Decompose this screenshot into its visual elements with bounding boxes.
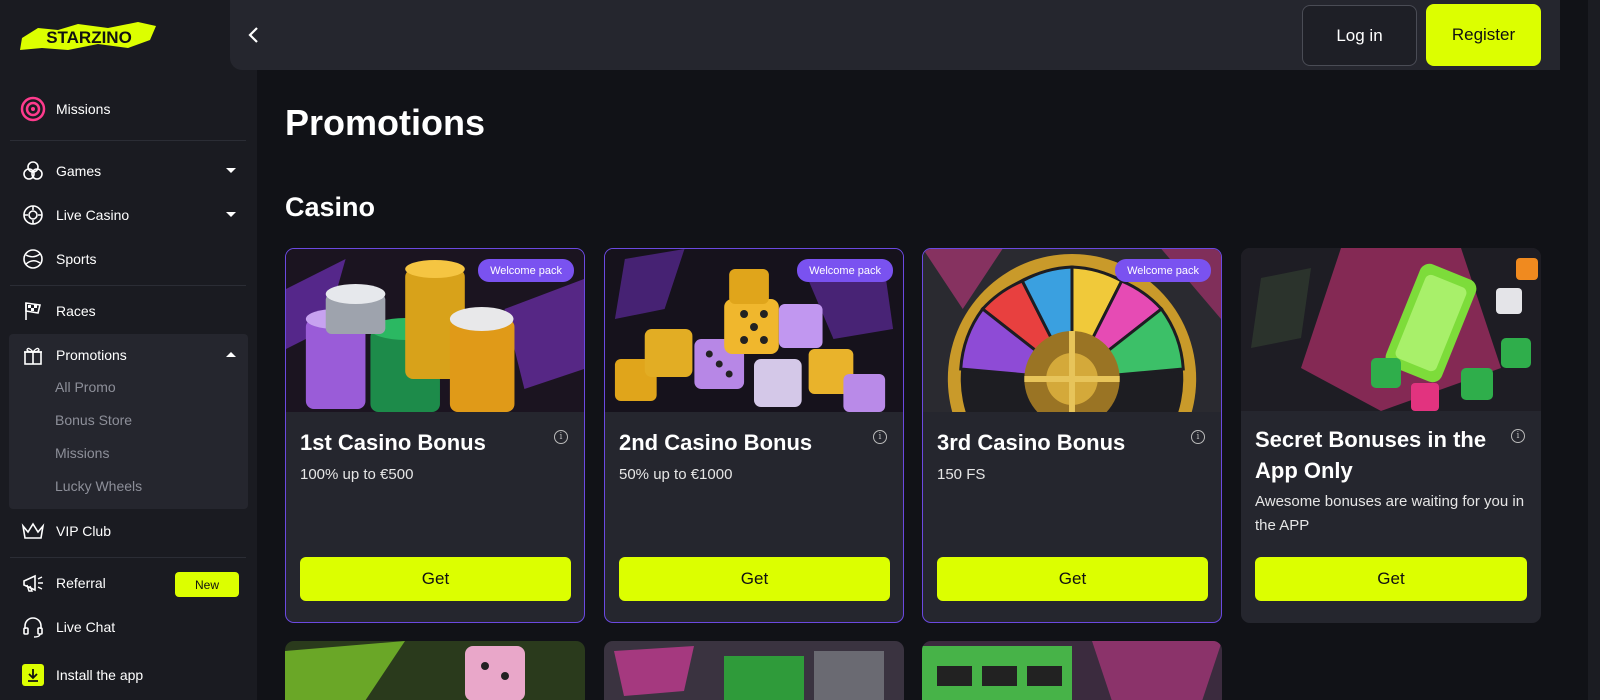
- promo-card-thumbnail[interactable]: [285, 641, 585, 700]
- chevron-down-icon[interactable]: [226, 168, 236, 173]
- sidebar-item-label: Sports: [56, 251, 97, 267]
- promo-card[interactable]: Welcome pack 1st Casino Bonus i 100% up …: [285, 248, 585, 623]
- submenu-item-all-promo[interactable]: All Promo: [55, 379, 116, 395]
- card-subtitle: 100% up to €500: [300, 466, 414, 483]
- card-title: 2nd Casino Bonus: [619, 430, 813, 455]
- sidebar-item-label: Games: [56, 163, 102, 179]
- chevron-up-icon[interactable]: [226, 352, 236, 357]
- sidebar-item-games[interactable]: Games: [20, 156, 240, 186]
- megaphone-icon: [20, 570, 46, 596]
- sidebar-item-live-chat[interactable]: Live Chat: [20, 612, 240, 642]
- promo-card-thumbnail[interactable]: [922, 641, 1222, 700]
- sidebar-item-label: Install the app: [56, 667, 144, 683]
- welcome-pack-badge: Welcome pack: [478, 259, 574, 282]
- new-badge: New: [175, 572, 239, 597]
- submenu-item-lucky-wheels[interactable]: Lucky Wheels: [55, 478, 142, 494]
- submenu-item-bonus-store[interactable]: Bonus Store: [55, 412, 132, 428]
- card-title: 1st Casino Bonus: [300, 430, 486, 455]
- phone-app-image: [1241, 248, 1541, 411]
- crown-icon: [20, 518, 46, 544]
- chevron-down-icon[interactable]: [226, 212, 236, 217]
- sidebar-item-vip-club[interactable]: VIP Club: [20, 516, 240, 546]
- starzino-logo[interactable]: STARZINO: [18, 18, 160, 54]
- info-icon[interactable]: i: [1191, 430, 1205, 444]
- card-subtitle: 50% up to €1000: [619, 466, 733, 483]
- back-arrow-icon[interactable]: [244, 22, 264, 48]
- sidebar-item-label: VIP Club: [56, 523, 111, 539]
- info-icon[interactable]: i: [554, 430, 568, 444]
- download-icon: [20, 662, 46, 688]
- checkered-flag-icon: [20, 298, 46, 324]
- divider: [10, 285, 246, 286]
- promo-card-thumbnail[interactable]: [604, 641, 904, 700]
- gift-icon: [20, 342, 46, 368]
- sidebar-item-live-casino[interactable]: Live Casino: [20, 200, 240, 230]
- sidebar-item-races[interactable]: Races: [20, 296, 240, 326]
- sidebar: STARZINO Missions Games Live Casino Spor…: [0, 0, 257, 700]
- card-title: 3rd Casino Bonus: [937, 430, 1126, 455]
- sidebar-item-label: Races: [56, 303, 96, 319]
- sidebar-item-promotions[interactable]: Promotions: [20, 340, 240, 370]
- card-title: Secret Bonuses in the App Only: [1255, 427, 1487, 483]
- welcome-pack-badge: Welcome pack: [797, 259, 893, 282]
- card-subtitle: 150 FS: [937, 466, 986, 483]
- sidebar-item-label: Referral: [56, 575, 106, 591]
- target-icon: [20, 96, 46, 122]
- card-subtitle: Awesome bonuses are waiting for you in t…: [1255, 493, 1525, 534]
- divider: [10, 557, 246, 558]
- get-button[interactable]: Get: [300, 557, 571, 601]
- sidebar-item-label: Live Chat: [56, 619, 116, 635]
- login-button[interactable]: Log in: [1302, 5, 1417, 66]
- roulette-chip-icon: [20, 202, 46, 228]
- welcome-pack-badge: Welcome pack: [1115, 259, 1211, 282]
- promo-card[interactable]: Welcome pack 2nd Casino Bonus i 50% up t…: [604, 248, 904, 623]
- get-button[interactable]: Get: [937, 557, 1208, 601]
- get-button[interactable]: Get: [1255, 557, 1527, 601]
- get-button[interactable]: Get: [619, 557, 890, 601]
- sidebar-item-sports[interactable]: Sports: [20, 244, 240, 274]
- headset-icon: [20, 614, 46, 640]
- sidebar-item-label: Live Casino: [56, 207, 130, 223]
- sidebar-item-label: Promotions: [56, 347, 127, 363]
- ball-icon: [20, 246, 46, 272]
- register-button[interactable]: Register: [1426, 4, 1541, 66]
- games-icon: [20, 158, 46, 184]
- submenu-item-missions[interactable]: Missions: [55, 445, 109, 461]
- svg-text:STARZINO: STARZINO: [46, 28, 132, 47]
- sidebar-item-missions[interactable]: Missions: [20, 94, 240, 124]
- scrollbar[interactable]: [1588, 0, 1600, 700]
- promo-card[interactable]: Welcome pack 3rd Casino Bonus i 150 FS G…: [922, 248, 1222, 623]
- sidebar-item-label: Missions: [56, 101, 111, 117]
- page-title: Promotions: [285, 102, 486, 143]
- info-icon[interactable]: i: [873, 430, 887, 444]
- info-icon[interactable]: i: [1511, 429, 1525, 443]
- section-title-casino: Casino: [285, 192, 376, 222]
- sidebar-item-install-app[interactable]: Install the app: [20, 660, 240, 690]
- promo-card[interactable]: Secret Bonuses in the App Only i Awesome…: [1241, 248, 1541, 623]
- divider: [10, 140, 246, 141]
